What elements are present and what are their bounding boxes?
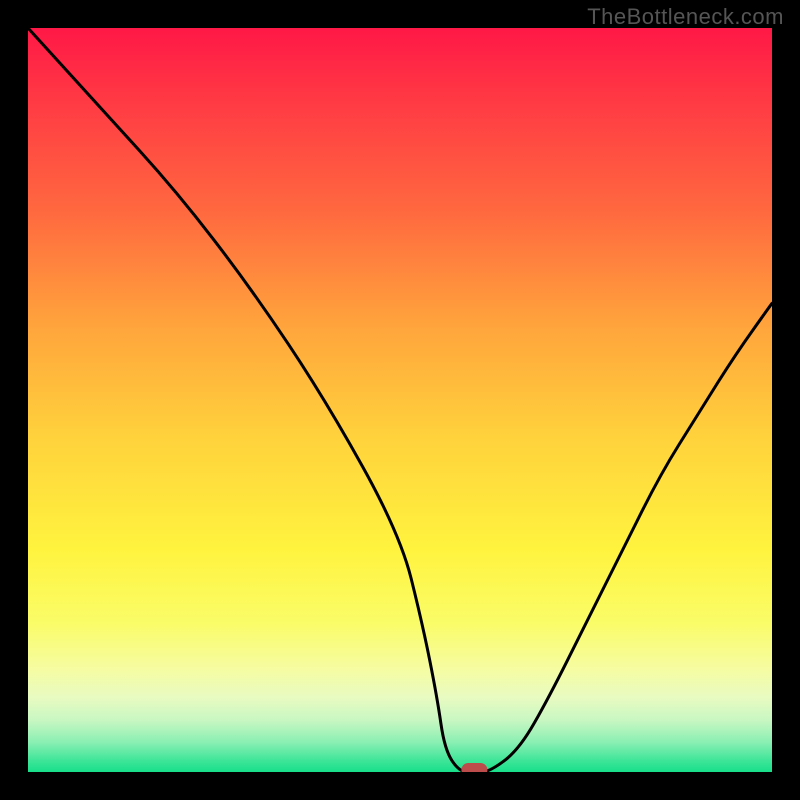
chart-frame: TheBottleneck.com xyxy=(0,0,800,800)
plot-area xyxy=(28,28,772,772)
optimal-marker xyxy=(461,763,487,772)
watermark-text: TheBottleneck.com xyxy=(587,4,784,30)
gradient-background xyxy=(28,28,772,772)
chart-svg xyxy=(28,28,772,772)
